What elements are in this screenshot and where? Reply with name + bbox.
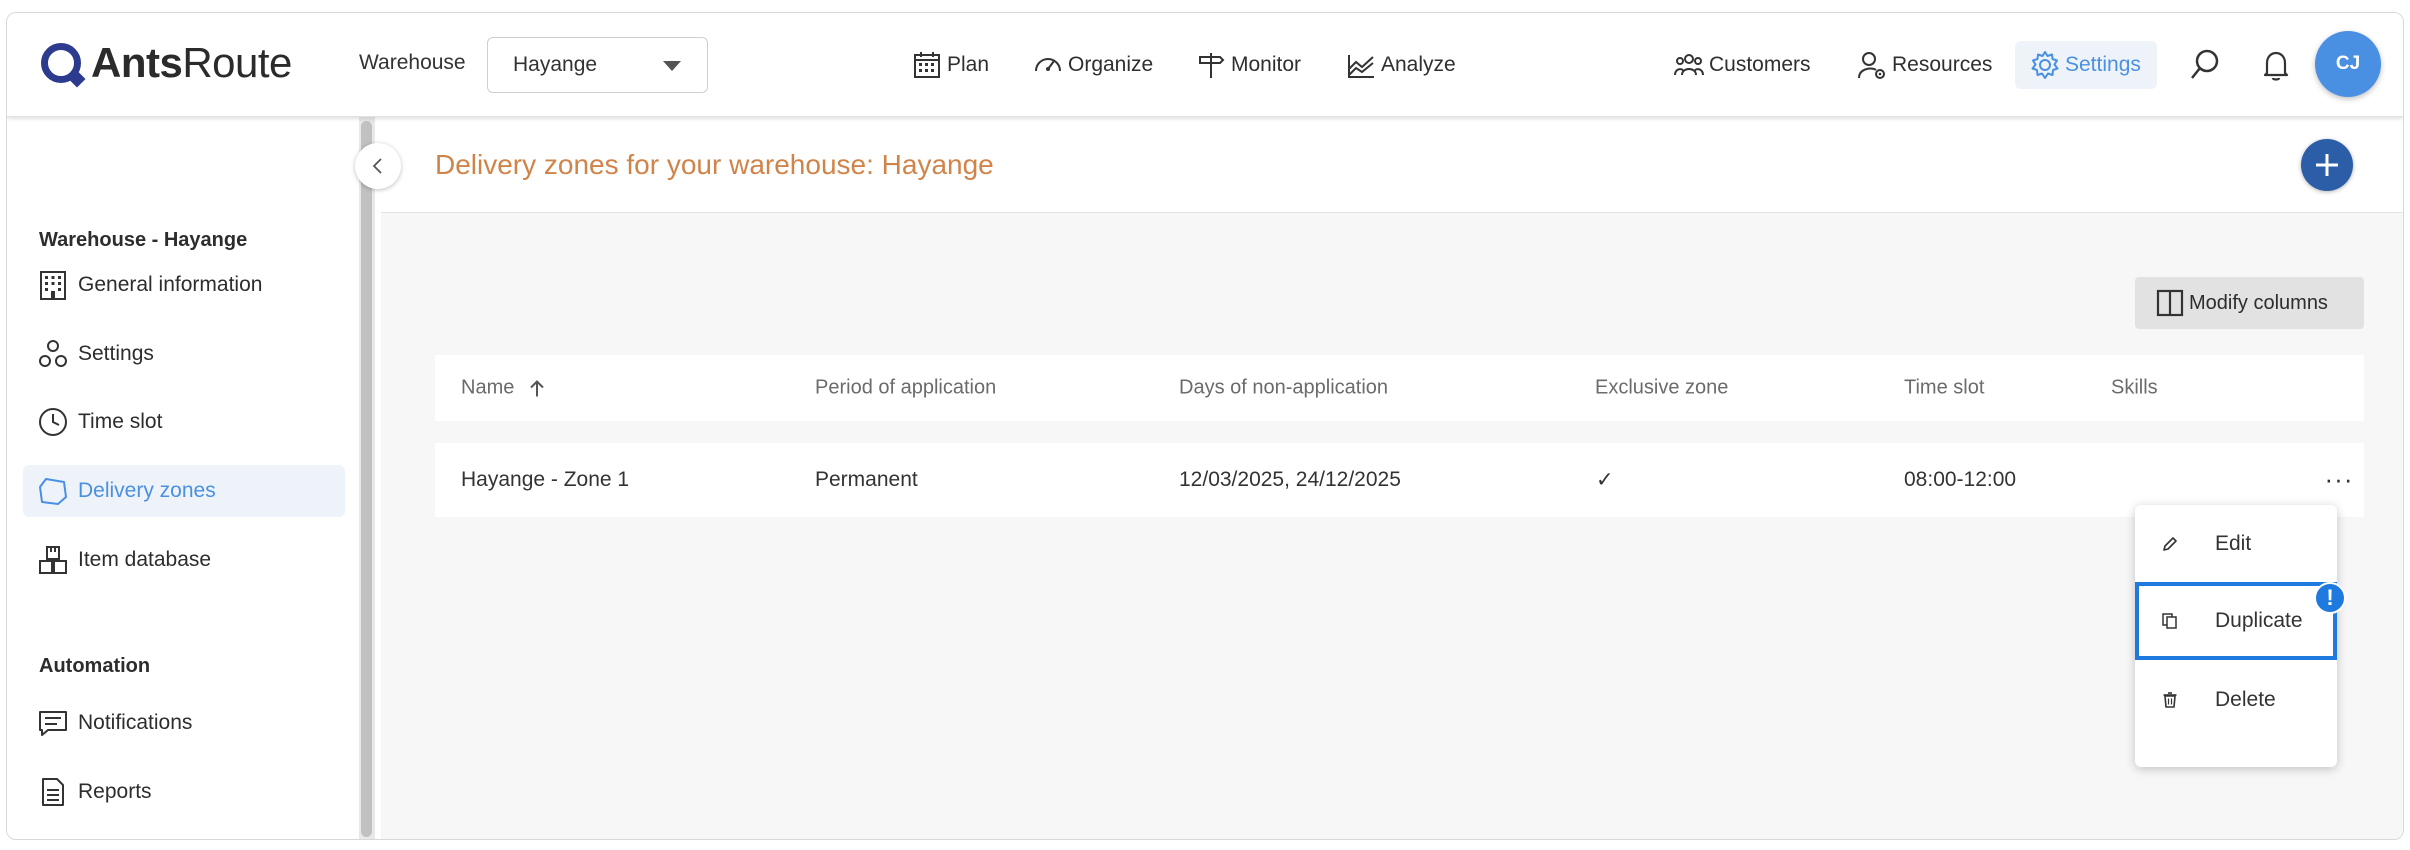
sidebar-section-warehouse: Warehouse - Hayange	[39, 229, 248, 251]
plus-icon	[2316, 154, 2338, 176]
nodes-icon	[39, 340, 67, 367]
sidebar-item-notifications[interactable]: Notifications	[23, 697, 345, 749]
chart-icon	[1348, 55, 1374, 78]
copy-icon	[2162, 613, 2177, 629]
cell-time-slot: 08:00-12:00	[1904, 468, 2017, 491]
chevron-left-icon	[372, 158, 382, 174]
column-header-skills[interactable]: Skills	[2111, 377, 2158, 400]
sidebar-item-time-slot[interactable]: Time slot	[23, 396, 345, 448]
boxes-icon	[39, 546, 67, 574]
column-header-exclusive-zone[interactable]: Exclusive zone	[1595, 377, 1728, 400]
sidebar-section-automation: Automation	[39, 655, 151, 677]
cell-period: Permanent	[815, 468, 918, 491]
nav-customers-label: Customers	[1709, 53, 1811, 76]
caret-down-icon	[663, 61, 681, 71]
sidebar-item-label: General information	[78, 273, 263, 296]
nav-settings-label: Settings	[2065, 53, 2141, 76]
checkmark-icon: ✓	[1596, 468, 1614, 492]
app-window: AntsRoute Warehouse Hayange Plan Organiz…	[6, 12, 2404, 840]
sidebar-item-delivery-zones[interactable]: Delivery zones	[23, 465, 345, 517]
columns-icon	[2156, 289, 2184, 317]
clock-icon	[39, 408, 67, 436]
row-context-menu: Edit Duplicate Delete	[2135, 505, 2337, 767]
antsroute-logo[interactable]: AntsRoute	[41, 39, 292, 87]
nav-analyze-label: Analyze	[1381, 53, 1456, 76]
notifications-button[interactable]	[2258, 47, 2294, 83]
calendar-icon	[914, 52, 940, 78]
logo-text: AntsRoute	[91, 39, 292, 86]
nav-settings[interactable]: Settings	[2015, 41, 2157, 89]
cell-days-non-application: 12/03/2025, 24/12/2025	[1179, 468, 1401, 491]
polygon-icon	[39, 478, 67, 505]
gear-icon	[2031, 51, 2059, 79]
page-title: Delivery zones for your warehouse: Hayan…	[435, 148, 994, 180]
nav-monitor[interactable]: Monitor	[1195, 41, 1301, 89]
column-header-period[interactable]: Period of application	[815, 377, 996, 400]
sidebar-item-reports[interactable]: Reports	[23, 766, 345, 818]
page-title-bar: Delivery zones for your warehouse: Hayan…	[381, 117, 2403, 213]
warehouse-select-value: Hayange	[513, 53, 598, 76]
main-content: Delivery zones for your warehouse: Hayan…	[381, 117, 2403, 839]
document-icon	[42, 778, 64, 806]
nav-plan-label: Plan	[947, 53, 990, 76]
column-header-name[interactable]: Name	[461, 377, 548, 400]
logo-mark-icon	[41, 43, 81, 83]
row-actions-button[interactable]: ···	[2323, 463, 2355, 495]
cell-name: Hayange - Zone 1	[461, 468, 630, 491]
menu-item-edit[interactable]: Edit	[2135, 505, 2337, 583]
signpost-icon	[1199, 53, 1225, 78]
sidebar-item-settings[interactable]: Settings	[23, 328, 345, 380]
alert-badge-icon: !	[2314, 582, 2346, 614]
search-icon	[2191, 49, 2219, 79]
menu-item-duplicate[interactable]: Duplicate	[2135, 582, 2337, 660]
sidebar-item-label: Reports	[78, 780, 152, 803]
column-header-time-slot[interactable]: Time slot	[1904, 377, 1984, 400]
top-header: AntsRoute Warehouse Hayange Plan Organiz…	[7, 13, 2403, 117]
user-avatar[interactable]: CJ	[2315, 31, 2381, 97]
users-icon	[1674, 54, 1704, 76]
sidebar-item-label: Time slot	[78, 410, 163, 433]
pencil-icon	[2163, 537, 2177, 551]
trash-icon	[2163, 692, 2177, 708]
modify-columns-button[interactable]: Modify columns	[2135, 277, 2364, 329]
menu-item-delete[interactable]: Delete	[2135, 661, 2337, 739]
nav-customers[interactable]: Customers	[1673, 41, 1811, 89]
nav-organize[interactable]: Organize	[1032, 41, 1153, 89]
sidebar-item-label: Delivery zones	[78, 479, 216, 502]
modify-columns-label: Modify columns	[2189, 291, 2328, 314]
sidebar-item-label: Notifications	[78, 711, 193, 734]
bell-icon	[2263, 51, 2289, 81]
warehouse-select[interactable]: Hayange	[487, 37, 708, 93]
user-gear-icon	[1858, 52, 1885, 79]
arrow-up-icon	[530, 379, 545, 396]
nav-resources-label: Resources	[1892, 53, 1993, 76]
menu-item-label: Delete	[2215, 688, 2276, 711]
message-icon	[39, 711, 67, 736]
collapse-sidebar-button[interactable]	[355, 143, 401, 189]
sidebar-item-label: Item database	[78, 548, 212, 571]
speedometer-icon	[1035, 58, 1061, 72]
nav-analyze[interactable]: Analyze	[1345, 41, 1456, 89]
table-row[interactable]: Hayange - Zone 1 Permanent 12/03/2025, 2…	[435, 443, 2364, 517]
sidebar-scrollbar-thumb[interactable]	[361, 121, 372, 837]
table-header: Name Period of application Days of non-a…	[435, 355, 2364, 421]
warehouse-label: Warehouse	[359, 51, 466, 74]
menu-item-label: Duplicate	[2215, 609, 2303, 632]
nav-resources[interactable]: Resources	[1856, 41, 1992, 89]
nav-monitor-label: Monitor	[1231, 53, 1302, 76]
nav-organize-label: Organize	[1068, 53, 1154, 76]
sidebar-item-general-information[interactable]: General information	[23, 259, 345, 311]
building-icon	[40, 271, 66, 300]
column-header-days-non-application[interactable]: Days of non-application	[1179, 377, 1388, 400]
search-button[interactable]	[2187, 47, 2223, 83]
settings-sidebar: Warehouse - Hayange General information …	[7, 117, 359, 839]
sidebar-item-item-database[interactable]: Item database	[23, 534, 345, 586]
menu-item-label: Edit	[2215, 532, 2252, 555]
sidebar-item-label: Settings	[78, 342, 154, 365]
add-zone-button[interactable]	[2301, 139, 2353, 191]
nav-plan[interactable]: Plan	[911, 41, 989, 89]
